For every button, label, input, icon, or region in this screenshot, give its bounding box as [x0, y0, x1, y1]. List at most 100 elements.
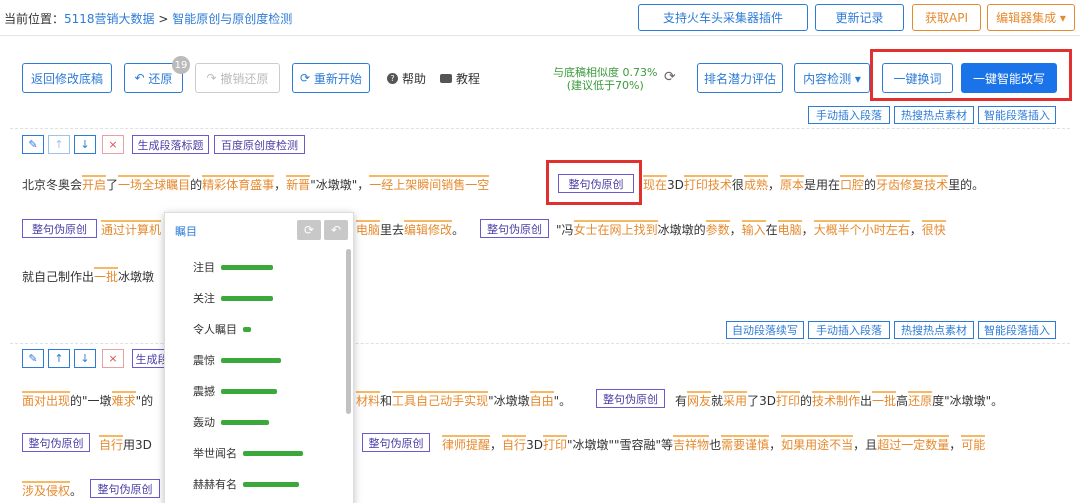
word-token[interactable]: 精彩 — [202, 175, 227, 192]
word-token[interactable]: 大概 — [813, 220, 838, 237]
smart-insert-button[interactable]: 智能段落插入 — [978, 106, 1056, 124]
delete-icon[interactable]: × — [102, 349, 124, 368]
edit-icon[interactable]: ✎ — [22, 349, 44, 368]
word-token[interactable]: 自己 — [416, 391, 441, 408]
word-token[interactable]: 修改 — [428, 220, 453, 237]
word-token[interactable]: 自行 — [99, 435, 124, 452]
word-token[interactable]: 成熟 — [743, 175, 768, 192]
word-token[interactable]: 网友 — [687, 391, 712, 408]
word-token[interactable]: 很快 — [921, 220, 946, 237]
word-token[interactable]: 用途 — [805, 435, 830, 452]
word-token[interactable]: 自由 — [529, 391, 554, 408]
word-token[interactable]: 瞬间 — [417, 175, 442, 192]
word-token[interactable]: 一定 — [901, 435, 926, 452]
word-token[interactable]: 一批 — [94, 267, 119, 284]
word-token[interactable]: 口腔 — [840, 175, 865, 192]
word-token[interactable]: 技术 — [811, 391, 836, 408]
word-token[interactable]: 原本 — [779, 175, 804, 192]
word-token[interactable]: 涉及 — [22, 481, 47, 498]
word-token[interactable]: 通过 — [101, 220, 126, 237]
word-token[interactable]: 采用 — [723, 391, 748, 408]
rank-potential-button[interactable]: 排名潜力评估 — [697, 63, 783, 93]
synonym-item[interactable]: 赫赫有名 — [193, 476, 299, 492]
hot-material-button[interactable]: 热搜热点素材 — [894, 321, 974, 339]
synonym-item[interactable]: 令人瞩目 — [193, 321, 251, 337]
word-token[interactable]: 开启 — [82, 175, 107, 192]
word-token[interactable]: 一空 — [465, 175, 490, 192]
word-token[interactable]: 一批 — [872, 391, 897, 408]
word-token[interactable]: 技术 — [924, 175, 949, 192]
content-check-button[interactable]: 内容检测 ▾ — [794, 63, 870, 93]
word-token[interactable]: 吉祥物 — [673, 435, 710, 452]
plugin-button[interactable]: 支持火车头采集器插件 — [638, 4, 808, 31]
word-token[interactable]: 打印 — [775, 391, 800, 408]
sentence-rewrite-button[interactable]: 整句伪原创 — [362, 433, 430, 452]
sentence-rewrite-button[interactable]: 整句伪原创 — [596, 389, 665, 408]
word-token[interactable]: 谨慎 — [745, 435, 770, 452]
move-up-icon[interactable]: ↑ — [48, 135, 70, 154]
sentence-rewrite-button[interactable]: 整句伪原创 — [480, 219, 549, 238]
word-token[interactable]: 难求 — [111, 391, 136, 408]
word-token[interactable]: 实现 — [464, 391, 489, 408]
tutorial-link[interactable]: 教程 — [440, 70, 480, 87]
word-token[interactable]: 修复 — [900, 175, 925, 192]
word-token[interactable]: 不当 — [829, 435, 854, 452]
word-token[interactable]: 销售 — [441, 175, 466, 192]
breadcrumb-link-current[interactable]: 智能原创与原创度检测 — [172, 12, 292, 26]
word-token[interactable]: 编辑 — [404, 220, 429, 237]
move-down-icon[interactable]: ↓ — [74, 135, 96, 154]
word-token[interactable]: 小时 — [861, 220, 886, 237]
synonym-item[interactable]: 关注 — [193, 290, 273, 306]
word-token[interactable]: 律师 — [442, 435, 467, 452]
breadcrumb-link-5118[interactable]: 5118营销大数据 — [64, 12, 155, 26]
baidu-check-button[interactable]: 百度原创度检测 — [214, 135, 305, 154]
word-token[interactable]: 制作 — [836, 391, 861, 408]
word-token[interactable]: 侵权 — [46, 481, 71, 498]
word-token[interactable]: 打印 — [542, 435, 567, 452]
update-log-button[interactable]: 更新记录 — [815, 4, 904, 31]
word-token[interactable]: 牙齿 — [876, 175, 901, 192]
refresh-similarity-icon[interactable]: ⟳ — [664, 69, 676, 85]
synonym-item[interactable]: 轰动 — [193, 414, 269, 430]
word-token[interactable]: 在网上 — [597, 220, 634, 237]
smart-insert-button[interactable]: 智能段落插入 — [978, 321, 1056, 339]
word-token[interactable]: 参数 — [705, 220, 730, 237]
word-token[interactable]: 技术 — [707, 175, 732, 192]
word-token[interactable]: 电脑 — [356, 220, 381, 237]
hot-material-button[interactable]: 热搜热点素材 — [894, 106, 974, 124]
gen-title-button[interactable]: 生成段落标题 — [132, 135, 209, 154]
word-token[interactable]: 电脑 — [777, 220, 802, 237]
word-token[interactable]: 计算机 — [125, 220, 162, 237]
word-token[interactable]: 输入 — [741, 220, 766, 237]
word-token[interactable]: 体育 — [226, 175, 251, 192]
word-token[interactable]: 动手 — [440, 391, 465, 408]
word-token[interactable]: 自行 — [502, 435, 527, 452]
move-up-icon[interactable]: ↑ — [48, 349, 70, 368]
word-token[interactable]: 新晋 — [286, 175, 311, 192]
back-edit-draft-button[interactable]: 返回修改底稿 — [22, 63, 112, 93]
word-token[interactable]: 上架 — [393, 175, 418, 192]
editor-integration-button[interactable]: 编辑器集成 ▾ — [987, 4, 1075, 31]
word-token[interactable]: 一经 — [369, 175, 394, 192]
word-token[interactable]: 找到 — [633, 220, 658, 237]
get-api-button[interactable]: 获取API — [912, 4, 981, 31]
manual-insert-button[interactable]: 手动插入段落 — [808, 321, 890, 339]
word-token[interactable]: 一场 — [118, 175, 143, 192]
sentence-rewrite-button[interactable]: 整句伪原创 — [22, 219, 97, 238]
help-link[interactable]: ? 帮助 — [387, 70, 426, 87]
word-token[interactable]: 面对 — [22, 391, 47, 408]
word-token[interactable]: 材料 — [356, 391, 381, 408]
word-token[interactable]: 需要 — [721, 435, 746, 452]
synonym-item[interactable]: 注目 — [193, 259, 273, 275]
refresh-icon[interactable]: ⟳ — [297, 220, 321, 240]
word-token[interactable]: 工具 — [392, 391, 417, 408]
restart-button[interactable]: ⟳ 重新开始 — [292, 63, 370, 93]
word-token[interactable]: 可能 — [961, 435, 986, 452]
word-token[interactable]: 全球 — [142, 175, 167, 192]
word-token[interactable]: 打印 — [683, 175, 708, 192]
word-token[interactable]: 现在 — [643, 175, 668, 192]
word-token[interactable]: 出现 — [46, 391, 71, 408]
undo-icon[interactable]: ↶ — [324, 220, 348, 240]
synonym-item[interactable]: 震惊 — [193, 352, 281, 368]
sentence-rewrite-button[interactable]: 整句伪原创 — [90, 479, 160, 498]
